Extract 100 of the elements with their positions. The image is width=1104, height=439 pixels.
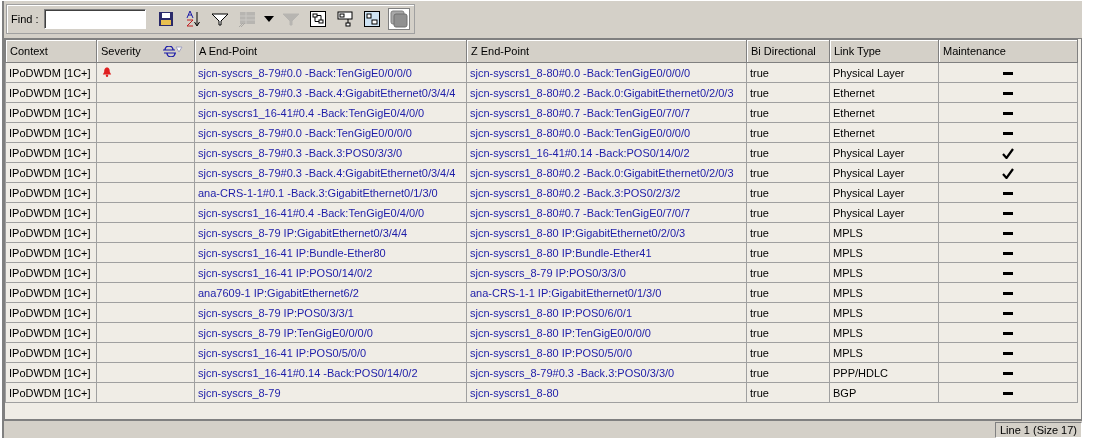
table-cell: IPoDWDM [1C+] <box>5 102 97 123</box>
table-cell: IPoDWDM [1C+] <box>5 262 97 283</box>
table-cell[interactable]: sjcn-syscrs1_8-80 IP:POS0/5/0/0 <box>466 342 747 363</box>
table-cell: IPoDWDM [1C+] <box>5 362 97 383</box>
node-link-icon <box>336 11 353 27</box>
table-cell[interactable]: sjcn-syscrs1_8-80#0.0 -Back:TenGigE0/0/0/0 <box>466 122 747 143</box>
column-header[interactable]: Z End-Point <box>466 39 747 63</box>
table-cell[interactable]: sjcn-syscrs1_8-80#0.2 -Back.0:GigabitEthernet0/2/0/3 <box>466 82 747 103</box>
table-cell[interactable]: sjcn-syscrs1_8-80#0.0 -Back:TenGigE0/0/0/0 <box>466 62 747 83</box>
table-cell[interactable]: sjcn-syscrs_8-79#0.3 -Back.4:GigabitEthernet0/3/4/4 <box>194 162 467 183</box>
dash-icon <box>1003 112 1013 116</box>
table-cell: Ethernet <box>829 82 939 103</box>
table-cell[interactable]: sjcn-syscrs1_8-80 IP:TenGigE0/0/0/0 <box>466 322 747 343</box>
column-header[interactable]: Maintenance <box>938 39 1078 63</box>
table-cell[interactable]: sjcn-syscrs1_16-41#0.4 -Back:TenGigE0/4/0/0 <box>194 102 467 123</box>
dash-icon <box>1003 392 1013 396</box>
dash-icon <box>1003 332 1013 336</box>
dash-icon <box>1003 272 1013 276</box>
table-cell[interactable]: sjcn-syscrs1_8-80 IP:GigabitEthernet0/2/0/3 <box>466 222 747 243</box>
table-cell: IPoDWDM [1C+] <box>5 382 97 403</box>
table-cell[interactable]: sjcn-syscrs_8-79 <box>194 382 467 403</box>
table-cell: MPLS <box>829 222 939 243</box>
table-cell: MPLS <box>829 242 939 263</box>
table-cell[interactable]: sjcn-syscrs1_8-80#0.2 -Back.0:GigabitEthernet0/2/0/3 <box>466 162 747 183</box>
table-cell[interactable]: sjcn-syscrs1_16-41 IP:Bundle-Ether80 <box>194 242 467 263</box>
table-cell[interactable]: sjcn-syscrs_8-79 IP:GigabitEthernet0/3/4/4 <box>194 222 467 243</box>
filter-icon <box>281 11 300 27</box>
table-cell[interactable]: sjcn-syscrs_8-79#0.3 -Back.3:POS0/3/3/0 <box>466 362 747 383</box>
table-cell[interactable]: sjcn-syscrs1_16-41#0.14 -Back:POS0/14/0/2 <box>194 362 467 383</box>
table-cell: true <box>746 202 830 223</box>
table-cell: MPLS <box>829 342 939 363</box>
table-cell: IPoDWDM [1C+] <box>5 122 97 143</box>
column-header[interactable]: Bi Directional <box>746 39 830 63</box>
table-cell[interactable]: sjcn-syscrs_8-79 IP:POS0/3/3/1 <box>194 302 467 323</box>
table-cell[interactable]: ana-CRS-1-1#0.1 -Back.3:GigabitEthernet0/1/3/0 <box>194 182 467 203</box>
bell-icon <box>102 66 112 77</box>
table-cell[interactable]: sjcn-syscrs1_8-80#0.2 -Back.3:POS0/2/3/2 <box>466 182 747 203</box>
column-header[interactable]: Context <box>5 39 97 63</box>
check-icon <box>1002 167 1014 179</box>
table-cell: IPoDWDM [1C+] <box>5 342 97 363</box>
table-cell: IPoDWDM [1C+] <box>5 322 97 343</box>
find-label: Find : <box>11 13 39 25</box>
column-header[interactable]: Severity <box>96 39 195 63</box>
table-cell: true <box>746 262 830 283</box>
filter-icon <box>210 11 229 27</box>
column-header-label: Severity <box>101 45 141 57</box>
dash-icon <box>1003 92 1013 96</box>
table-cell: Physical Layer <box>829 142 939 163</box>
table-cell: true <box>746 122 830 143</box>
grid-icon <box>237 10 256 28</box>
table-cell[interactable]: sjcn-syscrs1_8-80 IP:Bundle-Ether41 <box>466 242 747 263</box>
dash-icon <box>1003 292 1013 296</box>
table-cell: BGP <box>829 382 939 403</box>
table-cell: Ethernet <box>829 122 939 143</box>
table-cell: true <box>746 282 830 303</box>
dash-icon <box>1003 252 1013 256</box>
column-header[interactable]: Link Type <box>829 39 939 63</box>
table-cell: Physical Layer <box>829 62 939 83</box>
table-cell[interactable]: sjcn-syscrs_8-79#0.3 -Back.4:GigabitEthernet0/3/4/4 <box>194 82 467 103</box>
check-icon <box>1002 147 1014 159</box>
dash-icon <box>1003 212 1013 216</box>
find-field[interactable] <box>43 9 146 29</box>
dash-icon <box>1003 312 1013 316</box>
table-cell: IPoDWDM [1C+] <box>5 62 97 83</box>
caret-icon <box>263 16 274 22</box>
save-icon <box>157 11 174 27</box>
table-cell[interactable]: sjcn-syscrs1_8-80 IP:POS0/6/0/1 <box>466 302 747 323</box>
table-cell[interactable]: sjcn-syscrs_8-79#0.0 -Back:TenGigE0/0/0/0 <box>194 62 467 83</box>
table-cell[interactable]: sjcn-syscrs1_8-80#0.7 -Back:TenGigE0/7/0/7 <box>466 202 747 223</box>
table-cell: true <box>746 82 830 103</box>
table-cell: true <box>746 322 830 343</box>
table-cell: IPoDWDM [1C+] <box>5 182 97 203</box>
table-cell[interactable]: sjcn-syscrs1_16-41#0.14 -Back:POS0/14/0/2 <box>466 142 747 163</box>
table-cell[interactable]: sjcn-syscrs_8-79#0.3 -Back.3:POS0/3/3/0 <box>194 142 467 163</box>
column-header[interactable]: A End-Point <box>194 39 467 63</box>
table-cell: true <box>746 142 830 163</box>
table-cell: true <box>746 382 830 403</box>
table-cell: Physical Layer <box>829 162 939 183</box>
dash-icon <box>1003 72 1013 76</box>
table-cell: IPoDWDM [1C+] <box>5 142 97 163</box>
table-cell: true <box>746 362 830 383</box>
table-cell[interactable]: sjcn-syscrs1_16-41 IP:POS0/14/0/2 <box>194 262 467 283</box>
table-cell: true <box>746 302 830 323</box>
table-cell[interactable]: sjcn-syscrs1_16-41#0.4 -Back:TenGigE0/4/0/0 <box>194 202 467 223</box>
table-cell[interactable]: sjcn-syscrs_8-79#0.0 -Back:TenGigE0/0/0/0 <box>194 122 467 143</box>
table-cell: Physical Layer <box>829 182 939 203</box>
table-cell[interactable]: sjcn-syscrs_8-79 IP:TenGigE0/0/0/0 <box>194 322 467 343</box>
table-cell[interactable]: sjcn-syscrs1_8-80#0.7 -Back:TenGigE0/7/0/7 <box>466 102 747 123</box>
table-cell: true <box>746 102 830 123</box>
table-cell[interactable]: sjcn-syscrs1_8-80 <box>466 382 747 403</box>
dash-icon <box>1003 372 1013 376</box>
nodes-icon <box>363 11 380 27</box>
table-cell[interactable]: sjcn-syscrs_8-79 IP:POS0/3/3/0 <box>466 262 747 283</box>
table-cell[interactable]: sjcn-syscrs1_16-41 IP:POS0/5/0/0 <box>194 342 467 363</box>
table-cell: Ethernet <box>829 102 939 123</box>
table-cell: IPoDWDM [1C+] <box>5 242 97 263</box>
dash-icon <box>1003 192 1013 196</box>
table-cell[interactable]: ana7609-1 IP:GigabitEthernet6/2 <box>194 282 467 303</box>
dash-icon <box>1003 132 1013 136</box>
table-cell[interactable]: ana-CRS-1-1 IP:GigabitEthernet0/1/3/0 <box>466 282 747 303</box>
